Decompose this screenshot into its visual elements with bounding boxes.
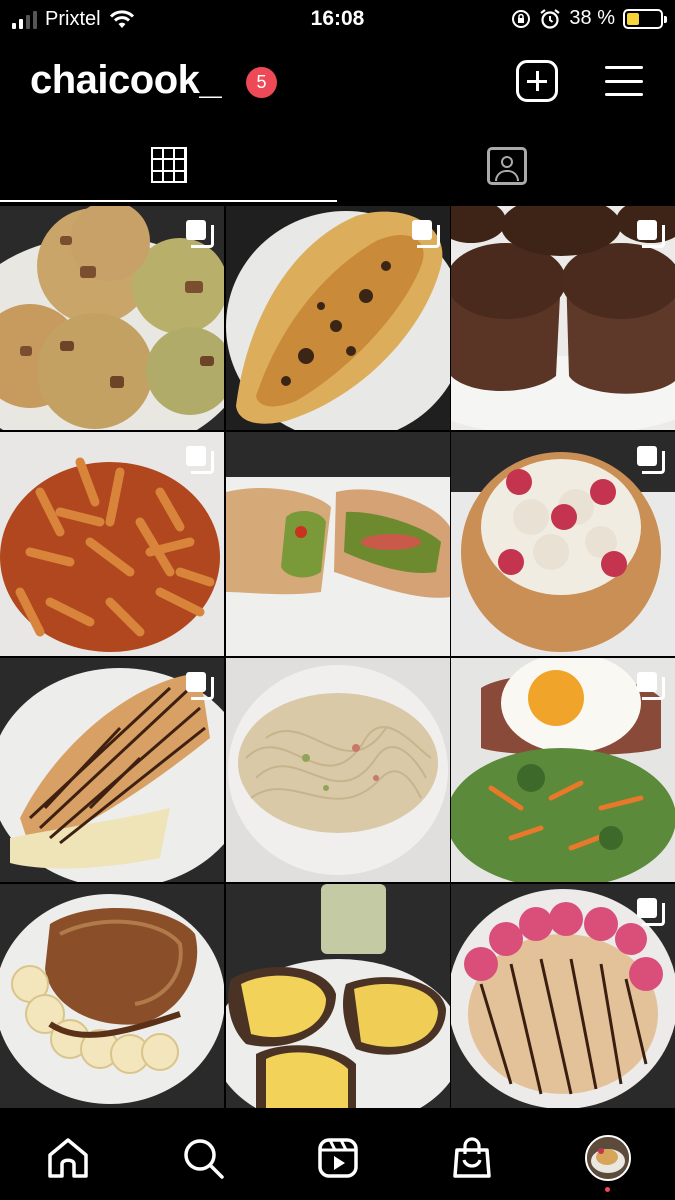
notification-badge[interactable]: 5 (246, 67, 277, 98)
status-bar: Prixtel 16:08 38 % (0, 0, 675, 40)
multiple-photos-icon (637, 446, 665, 474)
post-thumbnail[interactable] (0, 884, 224, 1108)
multiple-photos-icon (637, 220, 665, 248)
search-icon (184, 1139, 224, 1179)
tab-tagged[interactable] (338, 130, 675, 202)
reels-icon (318, 1138, 358, 1178)
battery-icon (623, 8, 667, 29)
battery-level (627, 12, 640, 25)
nav-search[interactable] (179, 1134, 227, 1182)
grid-icon (150, 147, 187, 183)
post-thumbnail[interactable] (225, 432, 450, 656)
alarm-icon (540, 8, 561, 29)
multiple-photos-icon (186, 672, 214, 700)
nav-shop[interactable] (448, 1134, 496, 1182)
multiple-photos-icon (411, 220, 440, 248)
username[interactable]: chaicook_ (30, 58, 222, 103)
bottom-nav (0, 1112, 675, 1200)
post-thumbnail[interactable] (451, 884, 675, 1108)
egg-toast-photo (225, 884, 450, 1108)
post-thumbnail[interactable] (451, 432, 675, 656)
post-thumbnail[interactable] (0, 206, 224, 430)
rotation-lock-icon (512, 9, 531, 28)
battery-percent: 38 % (569, 7, 615, 29)
nav-reels[interactable] (314, 1134, 362, 1182)
post-thumbnail[interactable] (451, 206, 675, 430)
tagged-icon (486, 147, 527, 185)
post-thumbnail[interactable] (0, 658, 224, 882)
signal-icon (12, 10, 37, 29)
status-left: Prixtel (12, 8, 135, 31)
profile-header: chaicook_ 5 (0, 52, 675, 112)
home-icon (48, 1138, 88, 1178)
post-thumbnail[interactable] (451, 658, 675, 882)
shop-icon (453, 1137, 491, 1178)
multiple-photos-icon (186, 220, 214, 248)
new-post-button[interactable] (516, 60, 558, 102)
posts-grid (0, 206, 675, 1110)
post-thumbnail[interactable] (225, 658, 450, 882)
profile-tabs (0, 130, 675, 202)
wifi-icon (109, 9, 134, 28)
multiple-photos-icon (637, 672, 665, 700)
carrier-name: Prixtel (45, 8, 101, 30)
post-thumbnail[interactable] (0, 432, 224, 656)
post-thumbnail[interactable] (225, 206, 450, 430)
multiple-photos-icon (186, 446, 214, 474)
wraps-photo (225, 432, 450, 656)
tab-posts-grid[interactable] (0, 130, 337, 202)
menu-button[interactable] (605, 66, 643, 96)
nav-profile[interactable] (584, 1134, 632, 1182)
french-toast-photo (0, 884, 224, 1108)
profile-avatar (585, 1135, 631, 1181)
multiple-photos-icon (637, 898, 665, 926)
activity-dot (605, 1187, 610, 1192)
spaghetti-photo (225, 658, 450, 882)
status-right: 38 % (511, 7, 667, 30)
post-thumbnail[interactable] (225, 884, 450, 1108)
nav-home[interactable] (44, 1134, 92, 1182)
